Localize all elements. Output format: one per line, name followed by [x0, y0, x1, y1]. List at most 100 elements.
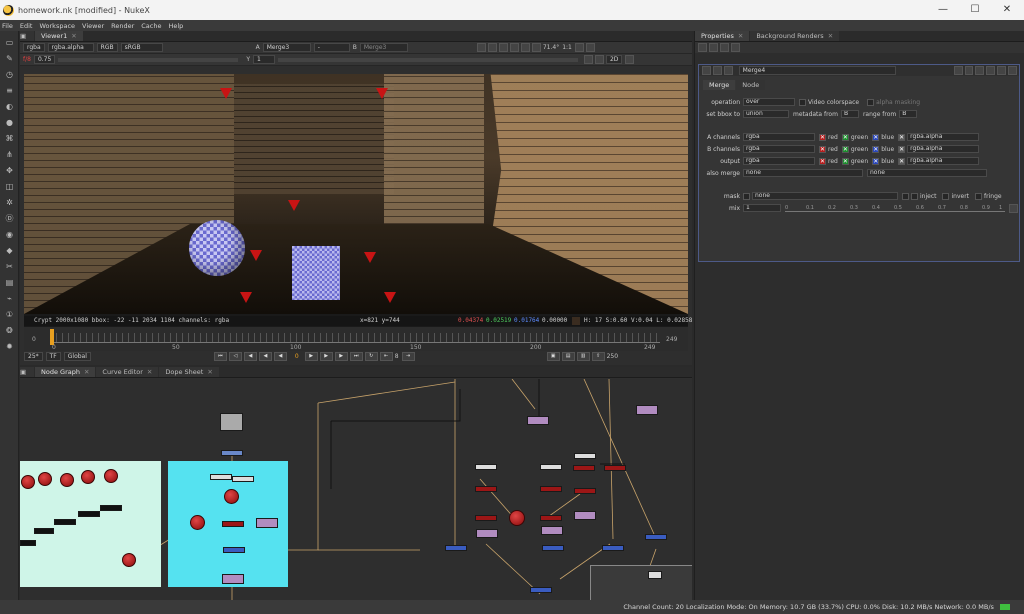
tab-viewer1[interactable]: Viewer1 ✕	[35, 31, 83, 41]
mix-slider[interactable]: 0 0.1 0.2 0.3 0.4 0.5 0.6 0.7 0.8 0.9 1	[785, 204, 1005, 212]
colorspace-dropdown[interactable]: sRGB	[120, 43, 163, 52]
merge-tools-icon[interactable]: ⋔	[3, 149, 16, 159]
filter-tools-icon[interactable]: ●	[3, 117, 16, 127]
rgb-sample-icon[interactable]	[583, 55, 593, 64]
timeline-ruler[interactable]	[50, 333, 660, 343]
3d-tools-icon[interactable]: ◫	[3, 181, 16, 191]
merge-node[interactable]	[574, 488, 596, 494]
keyer-tools-icon[interactable]: ⌘	[3, 133, 16, 143]
cara-vr-icon[interactable]: ①	[3, 309, 16, 319]
export-icon[interactable]: ⇪	[591, 352, 605, 361]
metadata-tools-icon[interactable]: ◆	[3, 245, 16, 255]
node-black[interactable]	[100, 505, 122, 511]
viewer-settings-icon[interactable]	[585, 43, 595, 52]
prev-key-icon[interactable]: ◁	[228, 352, 242, 361]
transform-node[interactable]	[602, 545, 624, 551]
b-channels-dropdown[interactable]: rgba	[743, 145, 815, 153]
view-mode-dropdown[interactable]: 2D	[605, 55, 623, 64]
redo-icon[interactable]	[975, 66, 985, 75]
grade-node[interactable]	[527, 416, 549, 425]
menu-workspace[interactable]: Workspace	[39, 22, 75, 30]
layer-dropdown[interactable]: rgba.alpha	[47, 43, 94, 52]
play-forward-icon[interactable]: ▶	[304, 352, 318, 361]
deep-tools-icon[interactable]: Ⓓ	[3, 213, 16, 223]
channels-dropdown[interactable]: rgba	[23, 43, 45, 52]
menu-file[interactable]: File	[2, 22, 13, 30]
current-frame[interactable]: 0	[295, 353, 299, 360]
mask-dropdown[interactable]: none	[752, 192, 898, 200]
fps-dropdown[interactable]: 25*	[24, 352, 43, 361]
close-panel-icon[interactable]	[1008, 66, 1017, 75]
close-tab-icon[interactable]: ✕	[738, 32, 743, 40]
paint-icon[interactable]	[625, 55, 635, 64]
close-button[interactable]: ✕	[992, 0, 1022, 20]
close-tab-icon[interactable]: ✕	[207, 368, 212, 376]
timeline[interactable]: 0 0 50 100 150 200 249 249	[24, 327, 688, 351]
dot-node[interactable]	[38, 472, 52, 486]
close-tab-icon[interactable]: ✕	[828, 32, 833, 40]
menu-cache[interactable]: Cache	[141, 22, 161, 30]
b-green-checkbox[interactable]: ✕	[841, 145, 849, 153]
tab-background-renders[interactable]: Background Renders ✕	[750, 31, 840, 41]
constant-node[interactable]	[210, 474, 232, 480]
gizmo-tools-icon[interactable]: ✹	[3, 341, 16, 351]
color-chip-icon[interactable]	[953, 66, 963, 75]
a-blue-checkbox[interactable]: ✕	[872, 133, 880, 141]
tab-node-graph[interactable]: Node Graph ✕	[35, 367, 96, 377]
other-tools-icon[interactable]: ▤	[3, 277, 16, 287]
dot-node[interactable]	[190, 515, 205, 530]
draw-tools-icon[interactable]: ✎	[3, 53, 16, 63]
proxy-icon[interactable]	[531, 43, 541, 52]
a-alpha-dropdown[interactable]: rgba.alpha	[907, 133, 980, 141]
menu-render[interactable]: Render	[111, 22, 134, 30]
fullframe-icon[interactable]	[574, 43, 584, 52]
b-alpha-checkbox[interactable]: ✕	[898, 145, 906, 153]
grade-node[interactable]	[574, 511, 596, 520]
menu-help[interactable]: Help	[168, 22, 183, 30]
b-alpha-dropdown[interactable]: rgba.alpha	[907, 145, 980, 153]
tab-dope-sheet[interactable]: Dope Sheet ✕	[159, 367, 219, 377]
node-graph-canvas[interactable]	[20, 379, 692, 600]
grade-node[interactable]	[476, 529, 498, 538]
minimize-button[interactable]: —	[928, 0, 958, 20]
grade-node[interactable]	[636, 405, 658, 415]
merge-node[interactable]	[540, 486, 562, 492]
collapse-icon[interactable]	[702, 66, 711, 75]
gain-field[interactable]: 0.75	[33, 55, 56, 64]
a-alpha-checkbox[interactable]: ✕	[898, 133, 906, 141]
metadata-dropdown[interactable]: B	[840, 110, 859, 118]
viewer-node[interactable]	[648, 571, 662, 579]
fringe-checkbox[interactable]	[975, 192, 983, 200]
revert-icon[interactable]	[986, 66, 996, 75]
operation-dropdown[interactable]: over	[743, 98, 795, 106]
node-black[interactable]	[78, 511, 100, 517]
tab-node[interactable]: Node	[736, 80, 766, 90]
transform-node[interactable]	[645, 534, 667, 540]
roi-icon[interactable]	[476, 43, 486, 52]
next-frame-icon[interactable]: ▶	[319, 352, 333, 361]
guides-icon[interactable]	[487, 43, 497, 52]
out-alpha-checkbox[interactable]: ✕	[898, 157, 906, 165]
particles-tools-icon[interactable]: ✲	[3, 197, 16, 207]
node-black[interactable]	[34, 528, 54, 534]
inject-checkbox[interactable]	[911, 192, 918, 200]
transform-node[interactable]	[445, 545, 467, 551]
tab-curve-editor[interactable]: Curve Editor ✕	[96, 367, 159, 377]
tab-merge[interactable]: Merge	[703, 80, 736, 90]
last-frame-field[interactable]: 250	[607, 353, 618, 360]
merge-node[interactable]	[573, 465, 595, 471]
bbox-dropdown[interactable]: union	[743, 110, 789, 118]
timeline-format-dropdown[interactable]: TF	[45, 352, 61, 361]
node-black[interactable]	[54, 519, 76, 525]
also-merge-dropdown[interactable]: none	[743, 169, 863, 177]
grid-icon[interactable]	[594, 55, 604, 64]
channel-tools-icon[interactable]: ≡	[3, 85, 16, 95]
alpha-masking-checkbox[interactable]	[867, 98, 875, 106]
constant-node[interactable]	[540, 464, 562, 470]
dot-node[interactable]	[122, 553, 136, 567]
node-name-field[interactable]: Merge4	[738, 66, 897, 75]
pixel-ratio[interactable]: 1:1	[562, 44, 572, 51]
b-red-checkbox[interactable]: ✕	[819, 145, 826, 153]
first-frame-icon[interactable]: ⏮	[213, 352, 227, 361]
grade-node[interactable]	[222, 574, 244, 584]
